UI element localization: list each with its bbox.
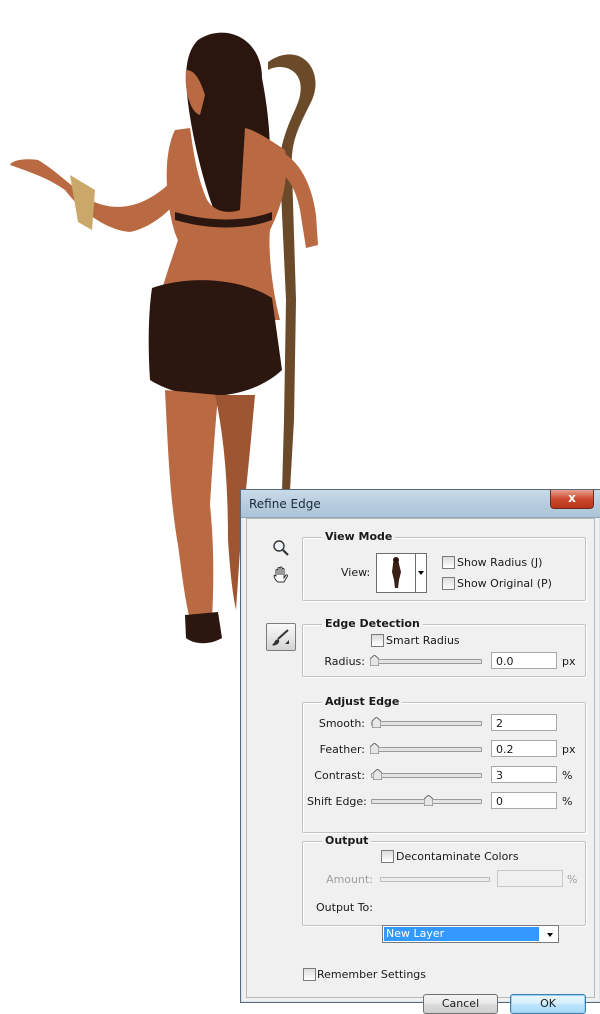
dialog-title: Refine Edge (249, 497, 321, 511)
radius-label: Radius: (324, 655, 365, 668)
output-group: Output Decontaminate Colors Amount: % Ou… (302, 834, 586, 926)
skirt-shape (148, 280, 282, 397)
radius-input[interactable]: 0.0 (491, 652, 557, 669)
contrast-unit: % (562, 769, 573, 782)
decontaminate-checkbox[interactable] (381, 850, 394, 863)
view-mode-group: View Mode View: Show Radius (J) Show Ori… (302, 530, 586, 601)
sandal-shape (185, 612, 222, 644)
refine-radius-brush-tool[interactable] (266, 623, 296, 651)
chevron-down-icon (418, 571, 424, 575)
shift-edge-unit: % (562, 795, 573, 808)
output-to-value: New Layer (384, 927, 539, 941)
amount-unit: % (567, 873, 578, 886)
show-radius-label: Show Radius (J) (457, 556, 543, 569)
hand-tool[interactable] (270, 564, 292, 586)
view-dropdown-arrow[interactable] (415, 554, 426, 592)
adjust-edge-title: Adjust Edge (322, 695, 403, 708)
staff-shape (268, 54, 316, 492)
refine-edge-dialog: Refine Edge x View Mode View: Show Radiu… (240, 489, 600, 1014)
output-title: Output (322, 834, 372, 847)
radius-slider-thumb[interactable] (370, 655, 379, 666)
smooth-label: Smooth: (318, 717, 365, 730)
smart-radius-checkbox[interactable] (371, 634, 384, 647)
show-original-checkbox[interactable] (442, 577, 455, 590)
hand-icon (273, 566, 289, 583)
radius-unit: px (562, 655, 576, 668)
arm-left-shape (10, 159, 182, 232)
remember-settings-checkbox[interactable] (303, 968, 316, 981)
contrast-label: Contrast: (314, 769, 365, 782)
contrast-input[interactable]: 3 (491, 766, 557, 783)
feather-label: Feather: (319, 743, 365, 756)
amount-input[interactable] (497, 870, 563, 887)
zoom-tool[interactable] (271, 538, 293, 560)
bracelet-shape (70, 175, 95, 230)
output-to-select[interactable]: New Layer (382, 925, 559, 943)
smooth-slider[interactable] (371, 721, 482, 726)
view-mode-title: View Mode (322, 530, 396, 543)
ok-button[interactable]: OK (510, 994, 586, 1014)
edge-detection-title: Edge Detection (322, 617, 423, 630)
feather-slider-thumb[interactable] (370, 743, 379, 754)
radius-slider[interactable] (371, 659, 482, 664)
smooth-slider-thumb[interactable] (372, 717, 381, 728)
amount-label: Amount: (326, 873, 373, 886)
feather-unit: px (562, 743, 576, 756)
leg-left-shape (165, 390, 218, 620)
shift-edge-slider-thumb[interactable] (424, 795, 433, 806)
contrast-slider-thumb[interactable] (373, 769, 382, 780)
dialog-titlebar[interactable]: Refine Edge x (241, 490, 600, 518)
remember-settings-label: Remember Settings (317, 968, 427, 981)
amount-slider[interactable] (380, 877, 490, 882)
close-button[interactable]: x (550, 490, 594, 509)
edge-detection-group: Edge Detection Smart Radius Radius: 0.0 … (302, 617, 586, 677)
contrast-slider[interactable] (371, 773, 482, 778)
decontaminate-label: Decontaminate Colors (396, 850, 519, 863)
view-mode-picker[interactable] (376, 553, 427, 593)
show-original-label: Show Original (P) (457, 577, 552, 590)
chevron-down-icon (547, 933, 553, 937)
shift-edge-input[interactable]: 0 (491, 792, 557, 809)
show-radius-checkbox[interactable] (442, 556, 455, 569)
output-to-label: Output To: (316, 901, 373, 914)
feather-slider[interactable] (371, 747, 482, 752)
feather-input[interactable]: 0.2 (491, 740, 557, 757)
shift-edge-label: Shift Edge: (307, 795, 367, 808)
smart-radius-label: Smart Radius (386, 634, 460, 647)
cancel-button[interactable]: Cancel (423, 994, 498, 1014)
view-preview-icon (377, 554, 415, 592)
smooth-input[interactable]: 2 (491, 714, 557, 731)
adjust-edge-group: Adjust Edge Smooth: 2 Feather: 0.2 px Co… (302, 695, 586, 833)
magnifier-icon (273, 540, 289, 556)
view-label: View: (341, 566, 371, 579)
close-icon: x (568, 491, 576, 505)
dialog-body: View Mode View: Show Radius (J) Show Ori… (246, 518, 595, 1014)
brush-icon (272, 629, 289, 646)
